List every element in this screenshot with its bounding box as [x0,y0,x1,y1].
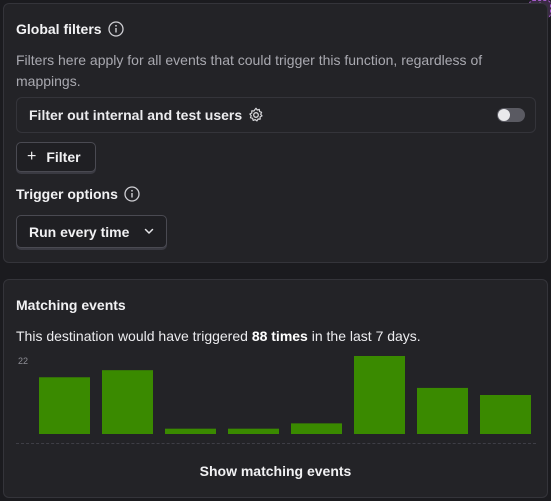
matching-events-summary: This destination would have triggered 88… [16,328,421,344]
internal-users-toggle[interactable] [497,108,525,122]
chart-divider [16,443,536,444]
add-filter-button[interactable]: + Filter [16,142,96,172]
global-filters-heading: Global filters [16,21,124,37]
chart-bar[interactable] [165,428,216,434]
matching-events-chart [39,356,531,434]
chart-bar[interactable] [102,370,153,434]
trigger-options-select[interactable]: Run every time [16,215,167,248]
matching-events-heading: Matching events [16,297,126,313]
info-icon[interactable] [124,186,140,202]
global-filters-description: Filters here apply for all events that c… [16,52,483,89]
plus-icon: + [27,148,37,165]
chart-bar[interactable] [39,377,90,434]
internal-users-filter-row: Filter out internal and test users [16,97,536,133]
global-filters-panel: Global filters Filters here apply for al… [3,3,548,263]
show-matching-events-button[interactable]: Show matching events [4,463,547,479]
add-filter-label: Filter [46,149,81,165]
chart-bar[interactable] [417,387,468,434]
toggle-knob [498,109,510,121]
trigger-options-heading: Trigger options [16,186,140,202]
info-icon[interactable] [107,21,124,37]
summary-count: 88 times [251,328,308,344]
chart-bar[interactable] [291,423,342,434]
matching-events-panel: Matching events This destination would h… [3,279,548,498]
chart-bar[interactable] [354,356,405,434]
summary-prefix: This destination would have triggered [16,328,252,344]
chevron-down-icon [143,224,155,240]
gear-icon[interactable] [248,107,264,123]
chart-bar[interactable] [228,428,279,434]
trigger-options-title: Trigger options [16,186,118,202]
internal-users-filter-label: Filter out internal and test users [29,107,243,123]
matching-events-title: Matching events [16,297,126,313]
trigger-options-selected: Run every time [29,223,130,240]
global-filters-title: Global filters [16,21,102,37]
summary-suffix: in the last 7 days. [307,328,421,344]
chart-bar[interactable] [480,395,531,434]
